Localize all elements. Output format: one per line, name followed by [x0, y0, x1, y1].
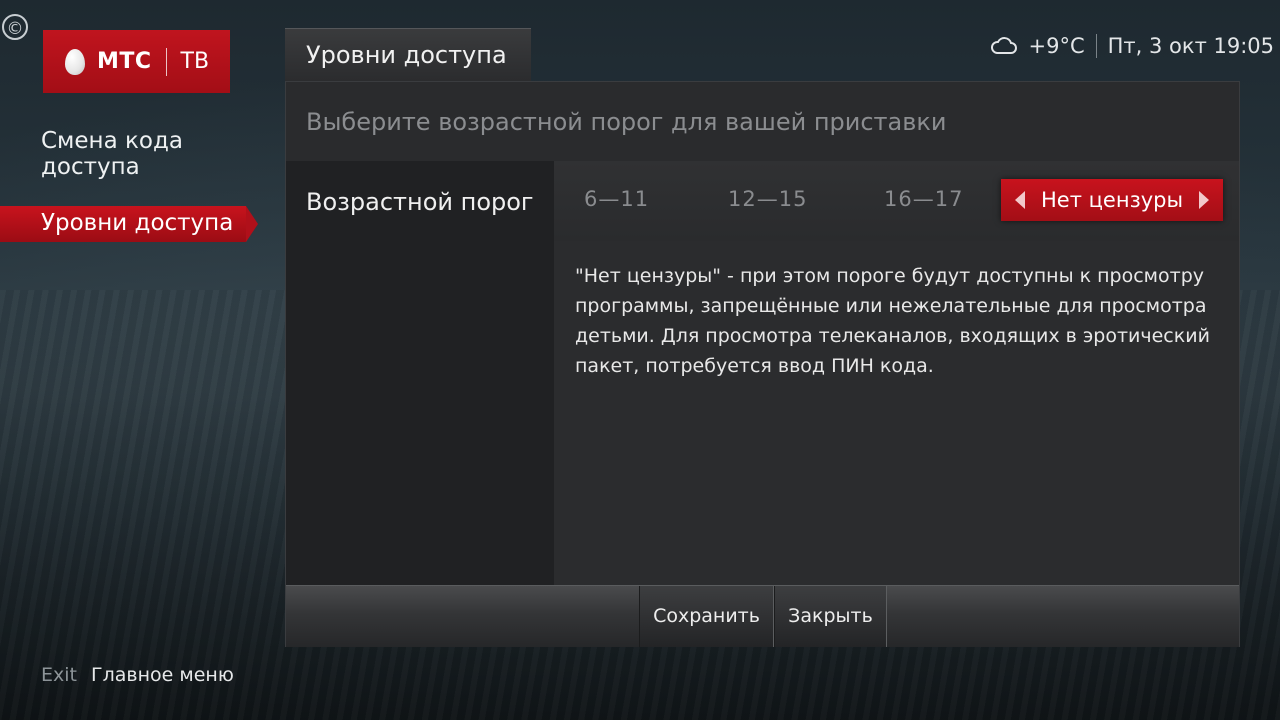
logo-brand-text: МТС: [97, 49, 152, 74]
option-no-censorship[interactable]: Нет цензуры: [1001, 179, 1223, 221]
arrow-left-icon[interactable]: [1015, 191, 1025, 209]
option-16-17[interactable]: 16—17: [884, 187, 963, 211]
temperature-value: +9°C: [1028, 34, 1085, 58]
date-time: Пт, 3 окт 19:05: [1107, 34, 1274, 58]
option-description: "Нет цензуры" - при этом пороге будут до…: [575, 265, 1210, 377]
copyright-icon: ©: [2, 14, 28, 40]
option-12-15[interactable]: 12—15: [728, 187, 807, 211]
selected-option-label: Нет цензуры: [1041, 188, 1184, 212]
main-menu-link[interactable]: Главное меню: [91, 664, 234, 686]
sidebar-item-change-code[interactable]: Смена кода доступа: [41, 128, 241, 180]
mts-tv-logo: МТС ТВ: [43, 30, 230, 93]
exit-key-label: Exit: [41, 664, 77, 686]
close-button[interactable]: Закрыть: [774, 586, 887, 647]
sidebar-highlight-pointer: [246, 206, 258, 242]
settings-panel: Выберите возрастной порог для вашей прис…: [285, 81, 1240, 647]
age-threshold-selector[interactable]: 6—11 12—15 16—17 Нет цензуры: [554, 161, 1239, 241]
save-button[interactable]: Сохранить: [639, 586, 774, 647]
age-threshold-label: Возрастной порог: [306, 188, 534, 216]
sidebar-item-access-levels[interactable]: Уровни доступа: [0, 206, 258, 242]
logo-divider: [165, 47, 167, 76]
setting-label-column: Возрастной порог: [286, 161, 554, 585]
logo-product-text: ТВ: [180, 49, 210, 74]
status-divider: [1095, 34, 1097, 58]
mts-egg-icon: [65, 48, 85, 75]
setting-value-column: 6—11 12—15 16—17 Нет цензуры "Нет цензур…: [554, 161, 1239, 585]
tab-access-levels[interactable]: Уровни доступа: [285, 28, 531, 81]
option-6-11[interactable]: 6—11: [584, 187, 649, 211]
panel-header: Выберите возрастной порог для вашей прис…: [286, 82, 1239, 162]
sidebar-item-label: Уровни доступа: [41, 210, 234, 236]
button-bar: Сохранить Закрыть: [286, 585, 1239, 647]
status-bar: +9°C Пт, 3 окт 19:05: [990, 32, 1274, 60]
panel-subtitle: Выберите возрастной порог для вашей прис…: [306, 108, 947, 136]
cloud-icon: [990, 37, 1017, 54]
arrow-right-icon[interactable]: [1199, 191, 1209, 209]
footer-hint[interactable]: Exit Главное меню: [41, 664, 234, 686]
